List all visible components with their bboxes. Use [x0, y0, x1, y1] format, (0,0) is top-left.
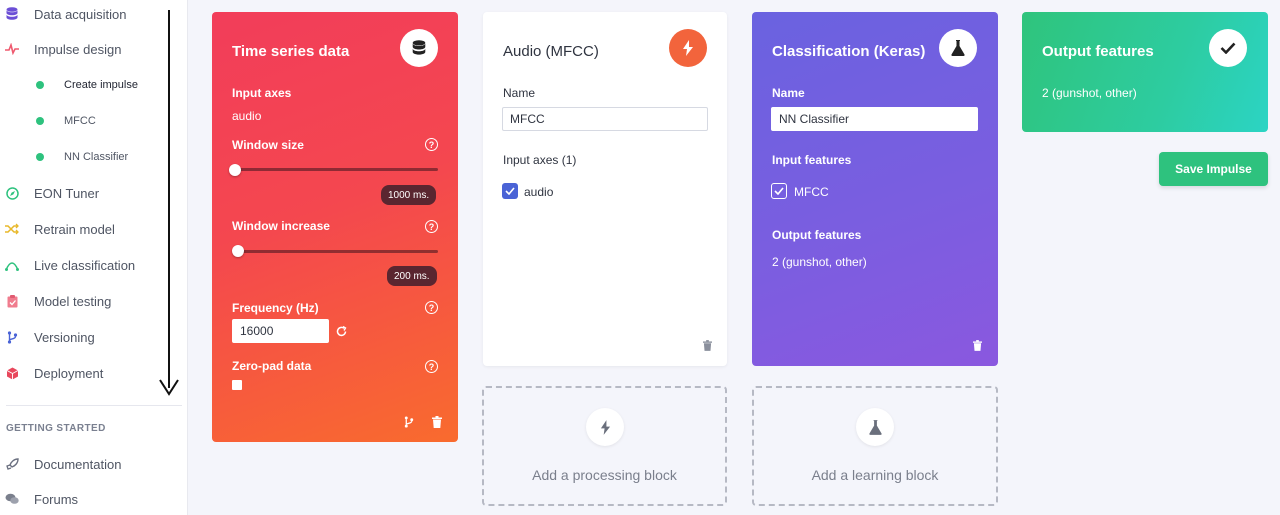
- time-series-card: Time series data Input axes audio Window…: [212, 12, 458, 442]
- output-features-card: Output features 2 (gunshot, other): [1022, 12, 1268, 132]
- status-dot: [36, 81, 44, 89]
- check-icon: [1209, 29, 1247, 67]
- card-title: Time series data: [232, 43, 350, 60]
- help-icon[interactable]: ?: [425, 138, 438, 151]
- window-increase-slider[interactable]: [235, 250, 438, 253]
- section-title-getting-started: GETTING STARTED: [6, 423, 106, 434]
- trash-icon[interactable]: [431, 416, 443, 428]
- flask-icon: [939, 29, 977, 67]
- input-features-label: Input features: [772, 153, 852, 167]
- window-increase-label: Window increase: [232, 219, 330, 233]
- audio-mfcc-card: Audio (MFCC) Name MFCC Input axes (1) au…: [483, 12, 727, 366]
- help-icon[interactable]: ?: [425, 360, 438, 373]
- output-features-value: 2 (gunshot, other): [772, 255, 867, 269]
- rocket-icon: [5, 457, 19, 471]
- window-size-slider-thumb[interactable]: [229, 164, 241, 176]
- signal-icon: [5, 258, 19, 272]
- sidebar-item-label: Model testing: [34, 293, 112, 309]
- database-icon: [400, 29, 438, 67]
- sidebar: Data acquisition Impulse design Create i…: [0, 0, 188, 515]
- add-learning-label: Add a learning block: [811, 467, 939, 483]
- database-icon: [5, 7, 19, 21]
- zero-pad-checkbox[interactable]: [232, 380, 242, 390]
- window-increase-value-badge: 200 ms.: [387, 266, 437, 286]
- refresh-icon[interactable]: [335, 325, 347, 337]
- card-title: Output features: [1042, 43, 1154, 60]
- input-axes-value: audio: [232, 109, 262, 123]
- trash-icon[interactable]: [701, 339, 713, 351]
- window-size-label: Window size: [232, 138, 304, 152]
- sidebar-item-label: Documentation: [34, 456, 122, 472]
- sidebar-item-label: Forums: [34, 491, 79, 507]
- trash-icon[interactable]: [971, 339, 983, 351]
- cube-icon: [5, 366, 19, 380]
- output-features-value: 2 (gunshot, other): [1042, 86, 1137, 100]
- add-processing-block-button[interactable]: Add a processing block: [482, 386, 727, 506]
- sidebar-item-label: Retrain model: [34, 221, 115, 237]
- frequency-input[interactable]: 16000: [232, 319, 329, 343]
- classification-card: Classification (Keras) Name NN Classifie…: [752, 12, 998, 366]
- sidebar-item-label: Versioning: [34, 329, 95, 345]
- output-features-label: Output features: [772, 228, 862, 242]
- sidebar-item-label: Deployment: [34, 365, 104, 381]
- card-title: Classification (Keras): [772, 43, 926, 60]
- sidebar-item-label: Impulse design: [34, 41, 122, 57]
- input-axes-label: Input axes (1): [503, 153, 577, 167]
- name-label: Name: [772, 86, 805, 100]
- card-title: Audio (MFCC): [503, 43, 599, 60]
- add-processing-label: Add a processing block: [532, 467, 677, 483]
- bolt-icon: [669, 29, 707, 67]
- add-learning-block-button[interactable]: Add a learning block: [752, 386, 998, 506]
- axis-option-label: audio: [524, 185, 554, 199]
- sidebar-subitem-label: NN Classifier: [64, 151, 129, 163]
- save-impulse-button[interactable]: Save Impulse: [1159, 152, 1268, 186]
- annotation-arrow-head-icon: [159, 379, 179, 396]
- clipboard-icon: [5, 294, 19, 308]
- bolt-icon: [586, 408, 624, 446]
- window-size-value-badge: 1000 ms.: [381, 185, 437, 205]
- sidebar-divider: [6, 405, 182, 406]
- flask-icon: [856, 408, 894, 446]
- frequency-label: Frequency (Hz): [232, 301, 319, 315]
- help-icon[interactable]: ?: [425, 220, 438, 233]
- shuffle-icon: [5, 222, 19, 236]
- feature-checkbox-mfcc[interactable]: [771, 183, 787, 199]
- sidebar-subitem-label: Create impulse: [64, 79, 138, 91]
- sidebar-item-label: Live classification: [34, 257, 136, 273]
- sidebar-item-label: Data acquisition: [34, 6, 127, 22]
- branch-icon[interactable]: [403, 416, 415, 428]
- input-axes-label: Input axes: [232, 86, 292, 100]
- name-label: Name: [503, 86, 536, 100]
- status-dot: [36, 117, 44, 125]
- help-icon[interactable]: ?: [425, 301, 438, 314]
- chat-icon: [5, 492, 19, 506]
- name-input[interactable]: NN Classifier: [771, 107, 978, 131]
- compass-icon: [5, 186, 19, 200]
- sidebar-subitem-label: MFCC: [64, 115, 96, 127]
- feature-option-label: MFCC: [794, 185, 829, 199]
- status-dot: [36, 153, 44, 161]
- axis-checkbox-audio[interactable]: [502, 183, 518, 199]
- window-size-slider[interactable]: [235, 168, 438, 171]
- name-input[interactable]: MFCC: [502, 107, 708, 131]
- sidebar-item-label: EON Tuner: [34, 185, 100, 201]
- window-increase-slider-thumb[interactable]: [232, 245, 244, 257]
- annotation-arrow-line: [168, 10, 170, 388]
- branch-icon: [5, 330, 19, 344]
- zero-pad-label: Zero-pad data: [232, 359, 312, 373]
- pulse-icon: [5, 42, 19, 56]
